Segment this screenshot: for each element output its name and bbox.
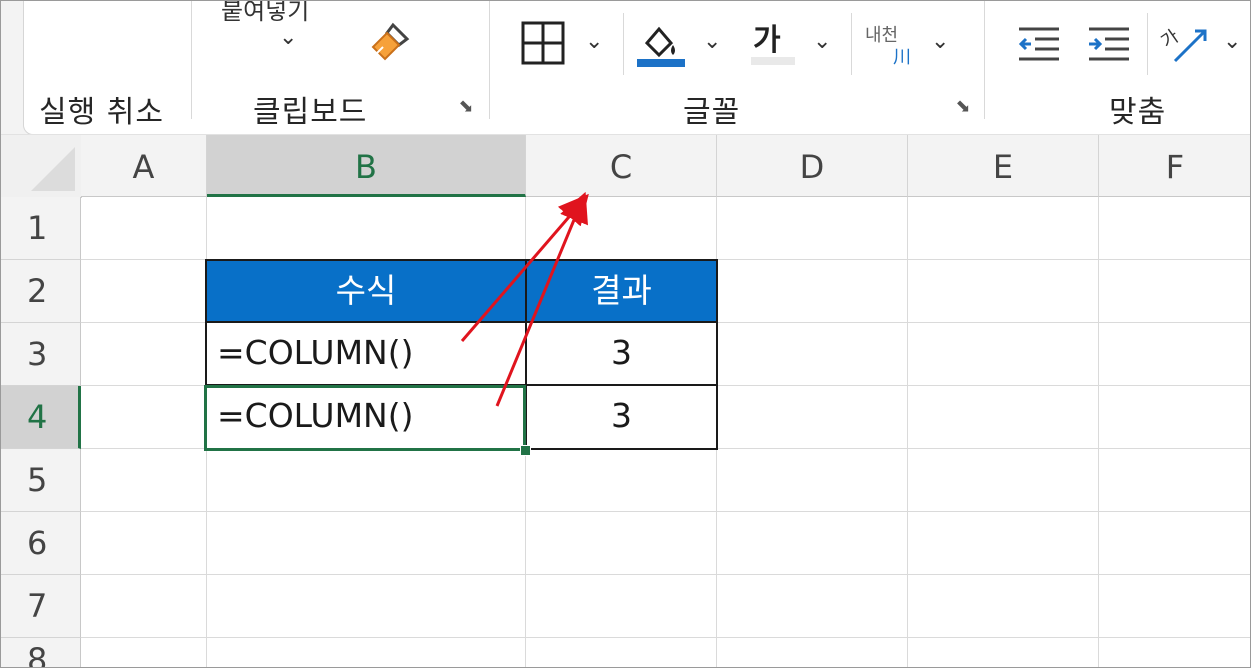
decrease-indent-icon[interactable] <box>1017 25 1061 65</box>
row-header-2[interactable]: 2 <box>1 260 81 323</box>
font-launcher-icon[interactable]: ⬊ <box>953 97 973 117</box>
row-header-5[interactable]: 5 <box>1 449 81 512</box>
clipboard-group-label: 클립보드 <box>253 95 368 130</box>
table-header-result[interactable]: 결과 <box>525 259 718 323</box>
table-cell-formula-row1[interactable]: =COLUMN() <box>205 321 527 386</box>
font-color-bar <box>751 57 795 65</box>
row-header-4[interactable]: 4 <box>1 386 81 449</box>
row-header-1[interactable]: 1 <box>1 197 81 260</box>
row-header-7[interactable]: 7 <box>1 575 81 638</box>
undo-group-label: 실행 취소 <box>39 95 164 130</box>
ribbon: 붙여넣기 ⌄ 실행 취소 클립보드 ⬊ 글꼴 ⬊ 맞춤 ⌄ ⌄ 가 ⌄ 내천 川… <box>1 1 1250 135</box>
column-header-b[interactable]: B <box>207 135 526 197</box>
table-header-formula[interactable]: 수식 <box>205 259 527 323</box>
phonetic-chevron-icon[interactable]: ⌄ <box>931 31 949 53</box>
table-cell-result-row2[interactable]: 3 <box>525 384 718 450</box>
fill-color-chevron-icon[interactable]: ⌄ <box>703 31 721 53</box>
clipboard-launcher-icon[interactable]: ⬊ <box>456 97 476 117</box>
borders-chevron-icon[interactable]: ⌄ <box>585 31 603 53</box>
phonetic-guide-bottom[interactable]: 川 <box>893 43 911 69</box>
font-color-chevron-icon[interactable]: ⌄ <box>813 31 831 53</box>
font-color-glyph[interactable]: 가 <box>753 15 781 59</box>
column-header-e[interactable]: E <box>908 135 1099 197</box>
select-all-corner[interactable] <box>1 135 82 198</box>
row-header-6[interactable]: 6 <box>1 512 81 575</box>
column-header-d[interactable]: D <box>717 135 908 197</box>
font-group-label: 글꼴 <box>683 95 741 130</box>
orientation-chevron-icon[interactable]: ⌄ <box>1223 31 1241 53</box>
row-header-3[interactable]: 3 <box>1 323 81 386</box>
table-cell-formula-row2[interactable]: =COLUMN() <box>205 384 527 450</box>
excel-window: 붙여넣기 ⌄ 실행 취소 클립보드 ⬊ 글꼴 ⬊ 맞춤 ⌄ ⌄ 가 ⌄ 내천 川… <box>0 0 1251 668</box>
column-header-c[interactable]: C <box>526 135 717 197</box>
column-header-f[interactable]: F <box>1099 135 1250 197</box>
borders-icon[interactable] <box>521 21 565 65</box>
increase-indent-icon[interactable] <box>1087 25 1131 65</box>
paste-chevron-icon[interactable]: ⌄ <box>279 27 297 49</box>
format-painter-icon[interactable] <box>369 21 415 65</box>
fill-handle[interactable] <box>520 445 531 456</box>
alignment-group-label: 맞춤 <box>1109 95 1167 130</box>
paste-button-label[interactable]: 붙여넣기 <box>221 1 309 26</box>
table-cell-result-row1[interactable]: 3 <box>525 321 718 386</box>
fill-color-icon[interactable] <box>637 21 685 69</box>
column-header-a[interactable]: A <box>81 135 207 197</box>
orientation-arrow-icon[interactable] <box>1171 25 1211 65</box>
row-header-8[interactable]: 8 <box>1 638 81 667</box>
